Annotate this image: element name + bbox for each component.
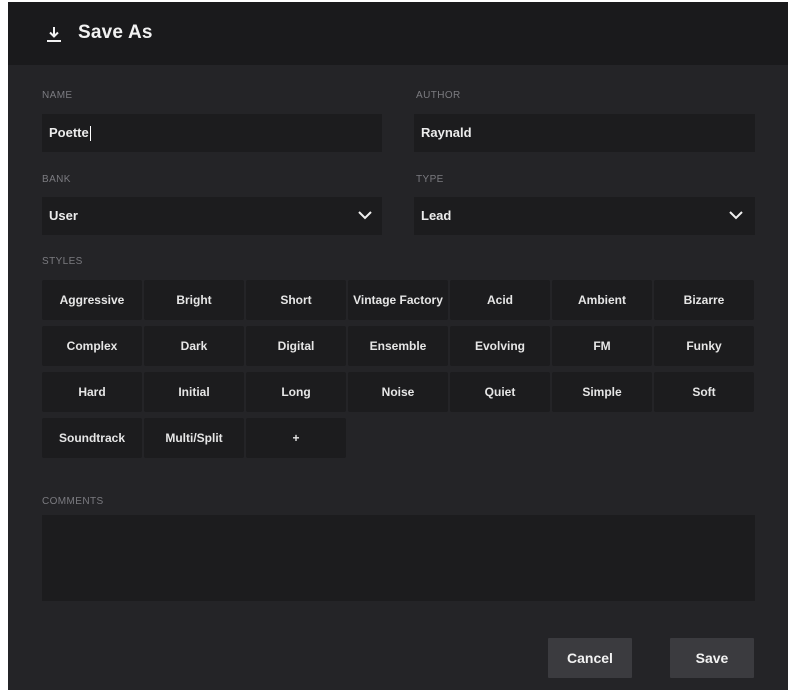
save-as-dialog: Save As NAME Poette AUTHOR Raynald BANK …: [8, 2, 788, 690]
style-tag-short[interactable]: Short: [246, 280, 346, 320]
style-tag-dark[interactable]: Dark: [144, 326, 244, 366]
save-button[interactable]: Save: [670, 638, 754, 678]
comments-label: COMMENTS: [42, 496, 104, 507]
style-tag-quiet[interactable]: Quiet: [450, 372, 550, 412]
style-tag-bright[interactable]: Bright: [144, 280, 244, 320]
style-tag-aggressive[interactable]: Aggressive: [42, 280, 142, 320]
name-value: Poette: [49, 125, 89, 140]
style-tag-ensemble[interactable]: Ensemble: [348, 326, 448, 366]
style-tag-vintage-factory[interactable]: Vintage Factory: [348, 280, 448, 320]
style-tag-soft[interactable]: Soft: [654, 372, 754, 412]
type-label: TYPE: [416, 174, 444, 185]
chevron-down-icon: [729, 211, 743, 220]
cancel-button[interactable]: Cancel: [548, 638, 632, 678]
style-tag-hard[interactable]: Hard: [42, 372, 142, 412]
download-icon: [47, 27, 61, 42]
style-tag-bizarre[interactable]: Bizarre: [654, 280, 754, 320]
style-tag-multi-split[interactable]: Multi/Split: [144, 418, 244, 458]
style-tag-acid[interactable]: Acid: [450, 280, 550, 320]
style-tag-soundtrack[interactable]: Soundtrack: [42, 418, 142, 458]
type-value: Lead: [421, 208, 452, 223]
name-input[interactable]: Poette: [42, 114, 382, 152]
style-tag-noise[interactable]: Noise: [348, 372, 448, 412]
style-tag-long[interactable]: Long: [246, 372, 346, 412]
style-tag-fm[interactable]: FM: [552, 326, 652, 366]
bank-select[interactable]: User: [42, 197, 382, 235]
dialog-title: Save As: [78, 22, 153, 43]
style-tag-evolving[interactable]: Evolving: [450, 326, 550, 366]
bank-value: User: [49, 208, 78, 223]
author-input[interactable]: Raynald: [414, 114, 755, 152]
style-tag-ambient[interactable]: Ambient: [552, 280, 652, 320]
name-label: NAME: [42, 90, 73, 101]
chevron-down-icon: [358, 211, 372, 220]
style-tag-digital[interactable]: Digital: [246, 326, 346, 366]
style-tag-simple[interactable]: Simple: [552, 372, 652, 412]
style-tag-funky[interactable]: Funky: [654, 326, 754, 366]
styles-label: STYLES: [42, 256, 83, 267]
style-tag-initial[interactable]: Initial: [144, 372, 244, 412]
add-style-button[interactable]: +: [246, 418, 346, 458]
text-cursor: [89, 126, 91, 142]
bank-label: BANK: [42, 174, 71, 185]
author-value: Raynald: [421, 125, 472, 140]
dialog-header: Save As: [8, 2, 788, 65]
type-select[interactable]: Lead: [414, 197, 755, 235]
style-tag-complex[interactable]: Complex: [42, 326, 142, 366]
author-label: AUTHOR: [416, 90, 461, 101]
comments-textarea[interactable]: [42, 515, 755, 601]
